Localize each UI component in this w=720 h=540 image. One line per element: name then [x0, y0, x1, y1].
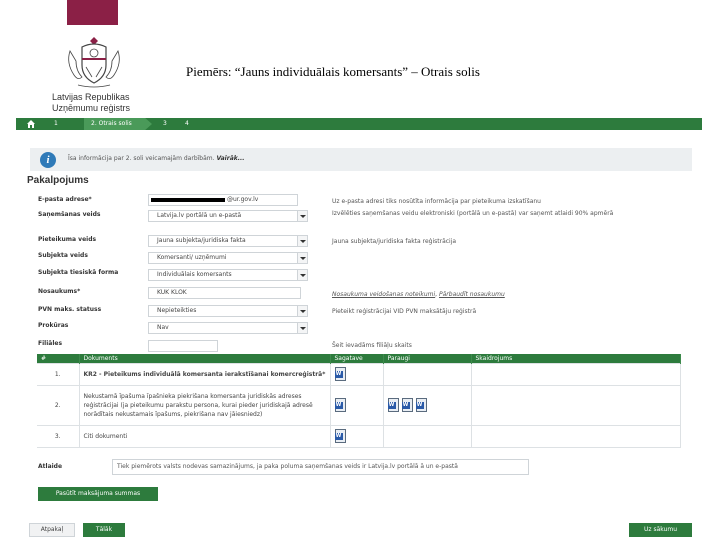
brand-bar: [67, 0, 118, 25]
chevron-down-icon: [297, 270, 307, 280]
name-label: Nosaukums*: [38, 288, 81, 295]
section-title: Pakalpojums: [27, 175, 89, 186]
step-1[interactable]: 1: [54, 119, 58, 129]
table-row: 2. Nekustamā īpašuma īpašnieka piekrišan…: [37, 384, 681, 425]
back-button[interactable]: Atpakaļ: [29, 523, 75, 537]
name-note: Nosaukuma veidošanas noteikumi, Pārbaudī…: [332, 291, 505, 298]
word-doc-icon[interactable]: [334, 429, 346, 443]
next-button[interactable]: Tālāk: [83, 523, 125, 537]
name-rules-link[interactable]: Nosaukuma veidošanas noteikumi: [332, 291, 435, 298]
step-2[interactable]: 2. Otrais solis: [91, 119, 132, 129]
legal-form-label: Subjekta tiesiskā forma: [38, 269, 119, 276]
row-examples: [383, 362, 472, 385]
email-label: E-pasta adrese*: [38, 196, 92, 203]
row-explanation: [471, 362, 681, 385]
email-note: Uz e-pasta adresi tiks nosūtīta informāc…: [332, 198, 541, 205]
chevron-down-icon: [297, 323, 307, 333]
more-link[interactable]: Vairāk...: [216, 155, 244, 162]
row-num: 1.: [37, 362, 80, 385]
branches-note: Šeit ievadāms filiāļu skaits: [332, 342, 412, 349]
row-template: [330, 362, 384, 385]
word-doc-icon[interactable]: [334, 398, 346, 412]
table-header-row: # Dokuments Sagatave Paraugi Skaidrojums: [37, 354, 681, 363]
row-explanation: [471, 384, 681, 425]
step-3[interactable]: 3: [163, 119, 167, 129]
subject-label: Subjekta veids: [38, 252, 88, 259]
documents-table: # Dokuments Sagatave Paraugi Skaidrojums…: [37, 354, 681, 448]
col-examples: Paraugi: [383, 354, 472, 363]
row-document: KR2 - Pieteikums individuālā komersanta …: [79, 362, 331, 385]
email-input[interactable]: @ur.gov.lv: [148, 194, 298, 206]
step-4[interactable]: 4: [185, 119, 189, 129]
vat-select[interactable]: Nepieteikties: [148, 305, 308, 317]
application-label: Pieteikuma veids: [38, 236, 97, 243]
subject-select[interactable]: Komersanti/ uzņēmumi: [148, 252, 308, 264]
check-name-link[interactable]: Pārbaudīt nosaukumu: [439, 291, 505, 298]
row-template: [330, 384, 384, 425]
table-row: 3. Citi dokumenti: [37, 424, 681, 448]
word-doc-icon[interactable]: [334, 367, 346, 381]
chevron-down-icon: [297, 306, 307, 316]
word-doc-icon[interactable]: [401, 398, 413, 412]
row-explanation: [471, 424, 681, 448]
vat-label: PVN maks. statuss: [38, 306, 102, 313]
application-select[interactable]: Jauna subjekta/juridiska fakta: [148, 235, 308, 247]
receive-select[interactable]: Latvija.lv portālā un e-pastā: [148, 210, 308, 222]
word-doc-icon[interactable]: [415, 398, 427, 412]
application-note: Jauna subjekta/juridiska fakta reģistrāc…: [332, 238, 457, 245]
info-bar: i Īsa informācija par 2. soli veicamajām…: [30, 148, 692, 171]
step-navigation: 1 2. Otrais solis 3 4: [16, 118, 702, 130]
procura-select[interactable]: Nav: [148, 322, 308, 334]
logo: Latvijas Republikas Uzņēmumu reģistrs: [48, 33, 140, 117]
row-examples: [383, 424, 472, 448]
discount-box: Tiek piemērots valsts nodevas samazināju…: [112, 459, 529, 475]
row-document: Nekustamā īpašuma īpašnieka piekrišana k…: [79, 384, 331, 425]
redacted-text: [151, 197, 225, 202]
col-document: Dokuments: [79, 354, 331, 363]
row-num: 3.: [37, 424, 80, 448]
row-document: Citi dokumenti: [79, 424, 331, 448]
col-num: #: [37, 354, 80, 363]
word-doc-icon[interactable]: [387, 398, 399, 412]
procura-label: Prokūras: [38, 322, 69, 329]
to-start-button[interactable]: Uz sākumu: [629, 523, 692, 537]
chevron-down-icon: [297, 211, 307, 221]
vat-note: Pieteikt reģistrācijai VID PVN maksātāju…: [332, 308, 477, 315]
chevron-down-icon: [297, 253, 307, 263]
row-examples: [383, 384, 472, 425]
coat-of-arms-icon: [68, 37, 120, 88]
discount-label: Atlaide: [38, 463, 63, 470]
branches-input[interactable]: [148, 340, 218, 352]
home-icon[interactable]: [26, 119, 36, 129]
branches-label: Filiāles: [38, 340, 63, 347]
table-row: 1. KR2 - Pieteikums individuālā komersan…: [37, 362, 681, 385]
info-text: Īsa informācija par 2. soli veicamajām d…: [68, 155, 245, 162]
slide-title: Piemērs: “Jauns individuālais komersants…: [186, 64, 480, 79]
col-template: Sagatave: [330, 354, 384, 363]
row-num: 2.: [37, 384, 80, 425]
name-input[interactable]: KUK KLOK: [148, 287, 301, 299]
receive-note: Izvēlēties saņemšanas veidu elektroniski…: [332, 210, 614, 217]
receive-label: Saņemšanas veids: [38, 211, 101, 218]
chevron-down-icon: [297, 236, 307, 246]
info-icon: i: [40, 152, 56, 168]
col-explanation: Skaidrojums: [471, 354, 681, 363]
logo-text: Latvijas Republikas Uzņēmumu reģistrs: [52, 92, 131, 113]
legal-form-select[interactable]: Individuālais komersants: [148, 269, 308, 281]
order-payment-button[interactable]: Pasūtīt maksājuma summas: [38, 487, 158, 501]
row-template: [330, 424, 384, 448]
